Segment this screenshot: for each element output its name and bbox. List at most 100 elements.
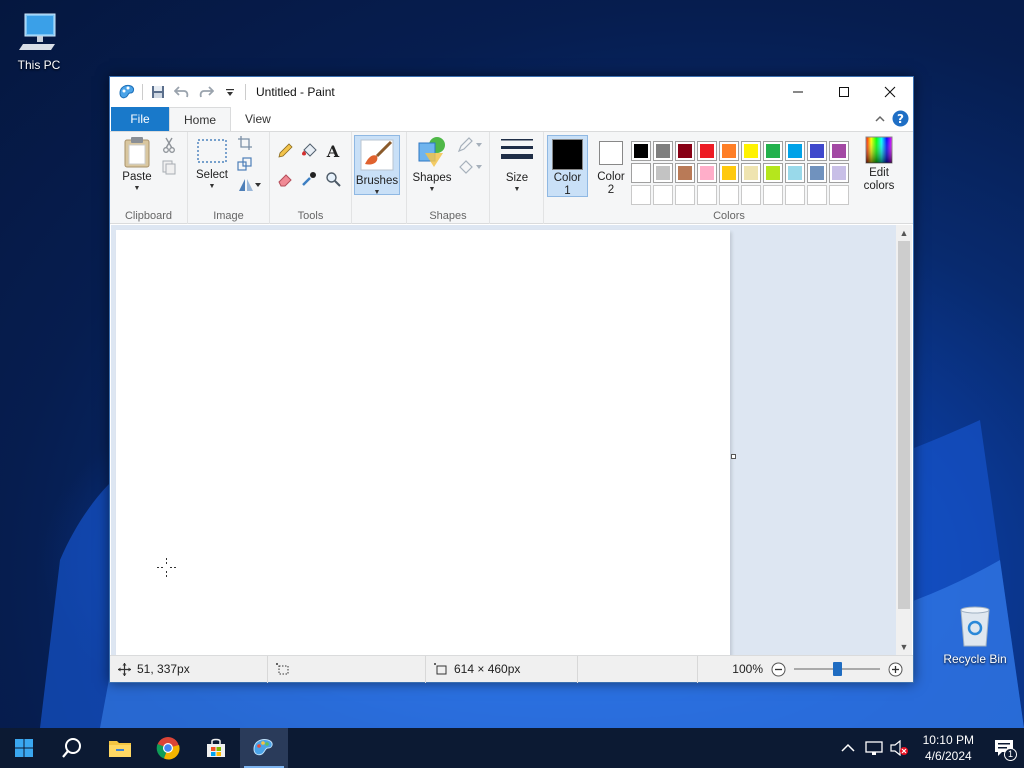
fill-icon[interactable]	[457, 158, 483, 176]
custom-color-slot[interactable]	[807, 185, 827, 205]
brushes-button[interactable]: Brushes ▼	[354, 135, 400, 196]
palette-swatch[interactable]	[785, 141, 805, 161]
color-picker-icon[interactable]	[300, 170, 318, 188]
collapse-ribbon-icon[interactable]	[874, 113, 886, 125]
paint-app-icon[interactable]	[118, 83, 136, 101]
pencil-icon[interactable]	[276, 142, 294, 160]
custom-color-slot[interactable]	[653, 185, 673, 205]
custom-color-slot[interactable]	[631, 185, 651, 205]
canvas-workspace	[111, 225, 898, 655]
edit-colors-button[interactable]: Edit colors	[854, 135, 904, 193]
taskbar-paint[interactable]	[240, 728, 288, 768]
palette-swatch[interactable]	[675, 141, 695, 161]
palette-swatch[interactable]	[631, 163, 651, 183]
scroll-up-arrow[interactable]: ▲	[896, 225, 912, 241]
palette-swatch[interactable]	[763, 163, 783, 183]
scrollbar-thumb[interactable]	[898, 241, 910, 609]
palette-swatch[interactable]	[807, 163, 827, 183]
palette-swatch[interactable]	[741, 141, 761, 161]
show-hidden-icons-icon[interactable]	[841, 743, 855, 753]
taskbar-file-explorer[interactable]	[96, 728, 144, 768]
palette-swatch[interactable]	[741, 163, 761, 183]
palette-swatch[interactable]	[829, 163, 849, 183]
magnifier-icon[interactable]	[324, 170, 342, 188]
help-icon[interactable]: ?	[892, 110, 909, 127]
ribbon-controls: ?	[874, 110, 909, 127]
eraser-icon[interactable]	[276, 170, 294, 188]
palette-swatch[interactable]	[719, 141, 739, 161]
zoom-slider-knob[interactable]	[832, 662, 842, 676]
brushes-label: Brushes	[355, 175, 399, 187]
zoom-slider[interactable]	[794, 660, 880, 678]
brush-icon	[360, 139, 394, 171]
zoom-controls: 100%	[732, 660, 913, 678]
palette-swatch[interactable]	[785, 163, 805, 183]
maximize-button[interactable]	[821, 77, 867, 107]
crop-icon[interactable]	[236, 134, 254, 152]
group-label: Image	[213, 210, 244, 222]
vertical-scrollbar[interactable]: ▲ ▼	[896, 225, 912, 655]
redo-icon[interactable]	[197, 83, 215, 101]
select-button[interactable]: Select ▼	[194, 136, 230, 192]
palette-swatch[interactable]	[807, 141, 827, 161]
custom-color-slot[interactable]	[719, 185, 739, 205]
cut-icon[interactable]	[160, 136, 178, 154]
tab-file[interactable]: File	[111, 107, 169, 131]
copy-icon[interactable]	[160, 158, 178, 176]
custom-color-slot[interactable]	[697, 185, 717, 205]
tab-view[interactable]: View	[231, 107, 285, 131]
palette-swatch[interactable]	[697, 163, 717, 183]
palette-swatch[interactable]	[653, 141, 673, 161]
fill-bucket-icon[interactable]	[300, 142, 318, 160]
notifications-button[interactable]: 1	[984, 728, 1024, 768]
rotate-icon[interactable]	[236, 176, 262, 194]
palette-swatch[interactable]	[829, 141, 849, 161]
customize-quick-access-icon[interactable]	[221, 83, 239, 101]
palette-swatch[interactable]	[697, 141, 717, 161]
size-button[interactable]: Size ▼	[497, 135, 537, 195]
custom-color-slot[interactable]	[763, 185, 783, 205]
text-tool-icon[interactable]: A	[324, 142, 342, 160]
notification-count-badge: 1	[1004, 748, 1017, 761]
custom-color-slot[interactable]	[741, 185, 761, 205]
palette-swatch[interactable]	[675, 163, 695, 183]
desktop-icon-this-pc[interactable]: This PC	[4, 10, 74, 72]
close-button[interactable]	[867, 77, 913, 107]
start-button[interactable]	[0, 728, 48, 768]
desktop-icon-recycle-bin[interactable]: Recycle Bin	[940, 604, 1010, 666]
clock[interactable]: 10:10 PM 4/6/2024	[913, 732, 984, 764]
shapes-button[interactable]: Shapes ▼	[411, 135, 453, 195]
palette-swatch[interactable]	[719, 163, 739, 183]
palette-swatch[interactable]	[763, 141, 783, 161]
taskbar-chrome[interactable]	[144, 728, 192, 768]
color2-button[interactable]: Color 2	[591, 135, 631, 197]
volume-muted-icon[interactable]	[889, 740, 909, 756]
swatch-color	[634, 166, 648, 180]
palette-swatch[interactable]	[631, 141, 651, 161]
taskbar-store[interactable]	[192, 728, 240, 768]
tab-home[interactable]: Home	[169, 107, 232, 131]
drawing-canvas[interactable]	[116, 230, 730, 655]
custom-color-slot[interactable]	[785, 185, 805, 205]
resize-icon[interactable]	[236, 155, 254, 173]
undo-icon[interactable]	[173, 83, 191, 101]
palette-swatch[interactable]	[653, 163, 673, 183]
save-icon[interactable]	[149, 83, 167, 101]
color1-button[interactable]: Color 1	[547, 135, 588, 197]
scroll-down-arrow[interactable]: ▼	[896, 639, 912, 655]
minimize-button[interactable]	[775, 77, 821, 107]
outline-icon[interactable]	[457, 136, 483, 154]
custom-color-slot[interactable]	[829, 185, 849, 205]
window-controls	[775, 77, 913, 107]
zoom-in-icon[interactable]	[888, 662, 903, 677]
canvas-resize-handle[interactable]	[731, 454, 736, 459]
swatch-color	[722, 166, 736, 180]
network-icon[interactable]	[864, 740, 883, 756]
paste-button[interactable]: Paste ▼	[118, 136, 156, 194]
paint-icon	[253, 739, 273, 756]
zoom-out-icon[interactable]	[771, 662, 786, 677]
custom-color-slot[interactable]	[675, 185, 695, 205]
swatch-color	[788, 144, 802, 158]
cursor-position-value: 51, 337px	[137, 662, 190, 676]
search-button[interactable]	[48, 728, 96, 768]
